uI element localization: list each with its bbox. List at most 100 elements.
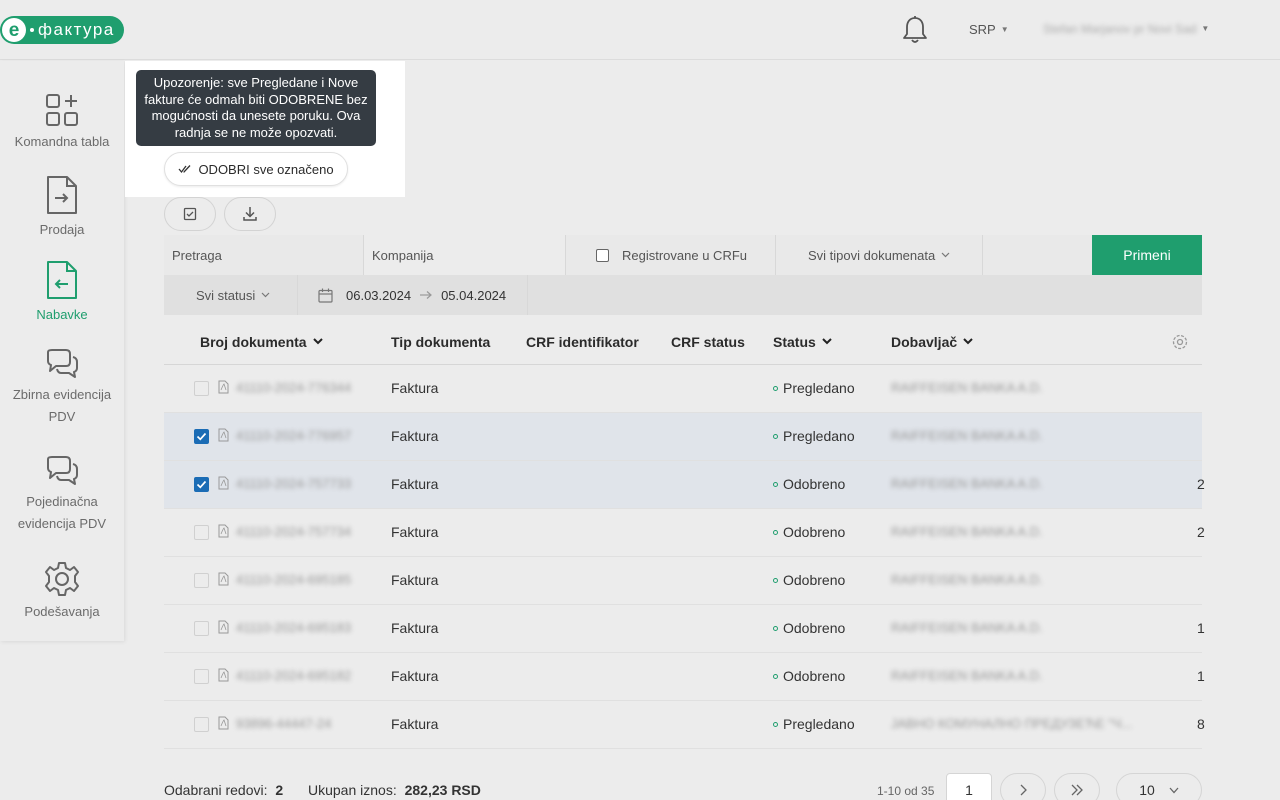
document-type-select[interactable]: Svi tipovi dokumenata bbox=[776, 235, 983, 275]
last-page-button[interactable] bbox=[1054, 773, 1100, 800]
row-checkbox[interactable] bbox=[194, 429, 209, 444]
incoming-document-icon bbox=[47, 261, 77, 299]
pdf-file-icon[interactable] bbox=[218, 572, 229, 586]
table-row[interactable]: 41110-2024-695185 Faktura Odobreno RAIFF… bbox=[164, 557, 1202, 605]
column-doc-type: Tip dokumenta bbox=[391, 334, 491, 350]
status-dot-icon bbox=[773, 722, 778, 727]
caret-down-icon: ▼ bbox=[1201, 24, 1210, 33]
calendar-icon bbox=[318, 288, 333, 303]
row-checkbox[interactable] bbox=[194, 717, 209, 732]
download-icon bbox=[243, 207, 257, 221]
company-input[interactable]: Kompanija bbox=[364, 235, 566, 275]
status-select[interactable]: Svi statusi bbox=[164, 275, 298, 315]
column-crf-id: CRF identifikator bbox=[526, 334, 639, 350]
amount: 1 bbox=[1197, 620, 1205, 636]
pdf-file-icon[interactable] bbox=[218, 524, 229, 538]
table-row[interactable]: 41110-2024-695182 Faktura Odobreno RAIFF… bbox=[164, 653, 1205, 701]
table-row[interactable]: 41110-2024-757733 Faktura Odobreno RAIFF… bbox=[164, 461, 1205, 509]
chevron-right-icon bbox=[1020, 784, 1027, 796]
status-dot-icon bbox=[773, 626, 778, 631]
pdf-file-icon[interactable] bbox=[218, 380, 229, 394]
column-doc-number[interactable]: Broj dokumenta bbox=[200, 334, 323, 350]
date-range-picker[interactable]: 06.03.2024 05.04.2024 bbox=[298, 275, 528, 315]
bulk-approve-popup: Upozorenje: sve Pregledane i Nove faktur… bbox=[125, 61, 405, 197]
status-dot-icon bbox=[773, 386, 778, 391]
approve-all-selected-button[interactable]: ODOBRI sve označeno bbox=[164, 152, 348, 186]
status-cell: Odobreno bbox=[773, 524, 845, 540]
status-cell: Odobreno bbox=[773, 668, 845, 684]
column-settings-gear-icon[interactable] bbox=[1171, 333, 1189, 356]
table-row[interactable]: 41110-2024-695183 Faktura Odobreno RAIFF… bbox=[164, 605, 1205, 653]
language-select[interactable]: SRP ▼ bbox=[969, 22, 1009, 37]
row-checkbox[interactable] bbox=[194, 477, 209, 492]
row-checkbox[interactable] bbox=[194, 573, 209, 588]
doc-type: Faktura bbox=[391, 716, 439, 732]
search-input[interactable]: Pretraga bbox=[164, 235, 364, 275]
apply-button[interactable]: Primeni bbox=[1092, 235, 1202, 275]
dashboard-grid-icon bbox=[46, 94, 78, 126]
pdf-file-icon[interactable] bbox=[218, 476, 229, 490]
sidebar-item-zbirna-evidencija-pdv[interactable]: Zbirna evidencija PDV bbox=[0, 348, 124, 428]
column-supplier[interactable]: Dobavljač bbox=[891, 334, 973, 350]
doc-number[interactable]: 41110-2024-776344 bbox=[236, 380, 351, 395]
doc-number[interactable]: 41110-2024-776957 bbox=[236, 428, 351, 443]
row-checkbox[interactable] bbox=[194, 525, 209, 540]
row-checkbox[interactable] bbox=[194, 381, 209, 396]
table-row[interactable]: 41110-2024-776344 Faktura Pregledano RAI… bbox=[164, 365, 1202, 413]
row-checkbox[interactable] bbox=[194, 669, 209, 684]
checkbox-check-icon bbox=[183, 207, 197, 221]
pdf-file-icon[interactable] bbox=[218, 620, 229, 634]
pdf-file-icon[interactable] bbox=[218, 716, 229, 730]
table-row[interactable]: 41110-2024-776957 Faktura Pregledano RAI… bbox=[164, 413, 1202, 461]
column-status-label: Status bbox=[773, 334, 816, 350]
column-doc-number-label: Broj dokumenta bbox=[200, 334, 307, 350]
status-dot-icon bbox=[773, 578, 778, 583]
crf-registered-filter[interactable]: Registrovane u CRFu bbox=[566, 235, 776, 275]
status-cell: Odobreno bbox=[773, 476, 845, 492]
selected-rows-count: 2 bbox=[275, 782, 284, 798]
next-page-button[interactable] bbox=[1000, 773, 1046, 800]
sidebar-item-label: Zbirna evidencija bbox=[12, 387, 112, 402]
sidebar-item-pojedinacna-evidencija-pdv[interactable]: Pojedinačna evidencija PDV bbox=[0, 455, 124, 535]
download-button[interactable] bbox=[224, 197, 276, 231]
table-row[interactable]: 93896-44447-24 Faktura Pregledano JAВНО … bbox=[164, 701, 1205, 749]
doc-number[interactable]: 41110-2024-695185 bbox=[236, 572, 351, 587]
status-dot-icon bbox=[773, 482, 778, 487]
column-status[interactable]: Status bbox=[773, 334, 832, 350]
page-number-input[interactable]: 1 bbox=[946, 773, 992, 800]
doc-number[interactable]: 93896-44447-24 bbox=[236, 716, 331, 731]
row-checkbox[interactable] bbox=[194, 621, 209, 636]
crf-registered-label: Registrovane u CRFu bbox=[622, 247, 747, 263]
bulk-check-button[interactable] bbox=[164, 197, 216, 231]
efaktura-logo[interactable]: e фактура bbox=[0, 16, 124, 44]
doc-number[interactable]: 41110-2024-695183 bbox=[236, 620, 351, 635]
supplier-name: RAIFFEISEN BANKA A.D. bbox=[891, 524, 1043, 539]
pdf-file-icon[interactable] bbox=[218, 668, 229, 682]
page-size-select[interactable]: 10 bbox=[1116, 773, 1202, 800]
doc-number[interactable]: 41110-2024-757733 bbox=[236, 476, 351, 491]
status-text: Odobreno bbox=[783, 476, 846, 492]
sidebar-item-prodaja[interactable]: Prodaja bbox=[0, 175, 124, 241]
sidebar-item-nabavke[interactable]: Nabavke bbox=[0, 260, 124, 326]
table-row[interactable]: 41110-2024-757734 Faktura Odobreno RAIFF… bbox=[164, 509, 1205, 557]
doc-number[interactable]: 41110-2024-695182 bbox=[236, 668, 351, 683]
sidebar-item-podesavanja[interactable]: Podešavanja bbox=[0, 561, 124, 623]
arrow-right-icon bbox=[420, 291, 432, 299]
status-dot-icon bbox=[773, 674, 778, 679]
pdf-file-icon[interactable] bbox=[218, 428, 229, 442]
user-menu[interactable]: Stefan Marjanov pr Novi Sad ▼ bbox=[1043, 22, 1209, 36]
chevron-down-icon bbox=[1169, 787, 1179, 793]
total-amount-summary: Ukupan iznos: 282,23 RSD bbox=[308, 782, 481, 798]
status-cell: Odobreno bbox=[773, 572, 845, 588]
doc-type: Faktura bbox=[391, 620, 439, 636]
status-text: Pregledano bbox=[783, 428, 855, 444]
notifications-bell-icon[interactable] bbox=[900, 14, 930, 46]
sidebar: Komandna tabla Prodaja Nabavke Zbirna ev… bbox=[0, 61, 124, 641]
sidebar-item-label: Podešavanja bbox=[24, 604, 100, 619]
sidebar-item-komandna-tabla[interactable]: Komandna tabla bbox=[0, 93, 124, 153]
crf-registered-checkbox[interactable] bbox=[596, 248, 609, 262]
status-cell: Pregledano bbox=[773, 380, 855, 396]
doc-type: Faktura bbox=[391, 524, 439, 540]
chevron-down-icon bbox=[261, 292, 270, 298]
doc-number[interactable]: 41110-2024-757734 bbox=[236, 524, 351, 539]
